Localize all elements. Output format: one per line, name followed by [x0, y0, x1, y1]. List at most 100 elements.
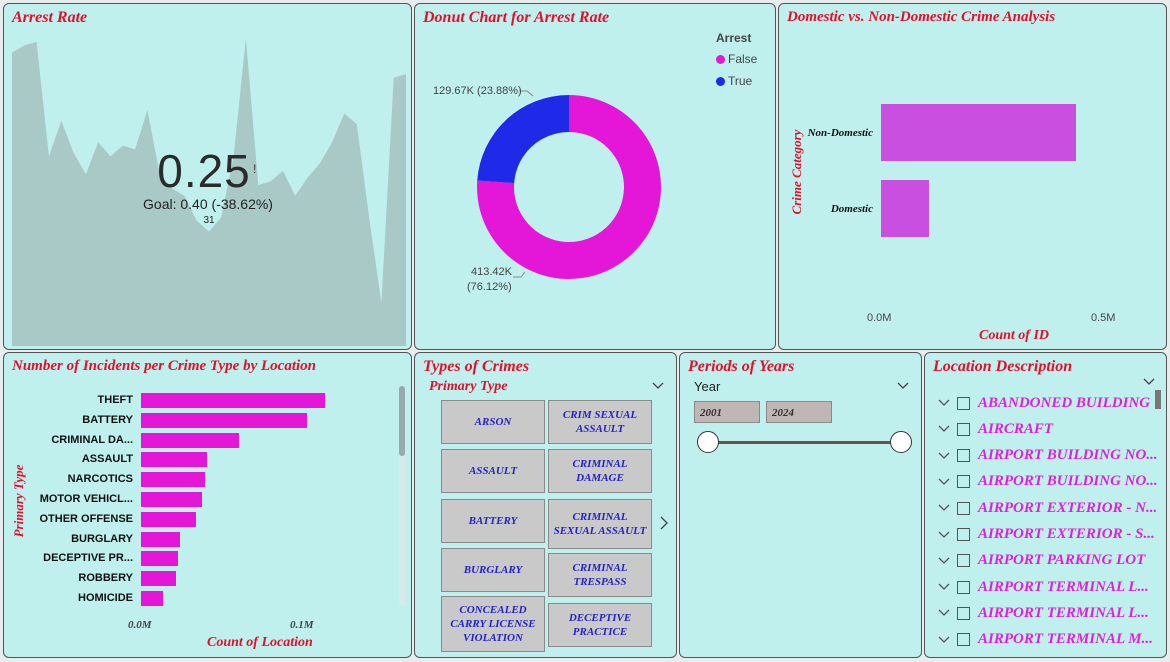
types-panel: Types of Crimes Primary Type ARSON ASSAUL… [414, 352, 677, 658]
incidents-category-label: ASSAULT [81, 453, 133, 466]
chevron-down-icon[interactable] [937, 501, 951, 515]
location-checkbox[interactable] [957, 633, 970, 647]
incidents-scrollbar[interactable] [399, 386, 405, 606]
crime-type-tile[interactable]: CRIMINAL SEXUAL ASSAULT [548, 499, 652, 549]
location-checkbox[interactable] [957, 606, 970, 620]
incidents-bar[interactable] [141, 432, 240, 448]
incidents-bar[interactable] [141, 591, 163, 606]
incidents-category-label: BATTERY [82, 413, 133, 426]
chevron-down-icon[interactable] [937, 475, 951, 489]
incidents-bar[interactable] [141, 412, 307, 428]
location-item[interactable]: AIRPORT BUILDING NO... [937, 446, 1158, 466]
location-label: AIRPORT BUILDING NO... [978, 473, 1158, 490]
location-label: AIRPORT EXTERIOR - S... [978, 526, 1155, 542]
kpi-warning-flag: ! [253, 162, 257, 176]
location-item[interactable]: AIRPORT BUILDING NO... [937, 472, 1158, 492]
location-checkbox[interactable] [957, 554, 970, 568]
incidents-scroll-thumb[interactable] [399, 386, 405, 456]
chevron-down-icon[interactable] [937, 633, 951, 647]
location-item[interactable]: ABANDONED BUILDING [937, 393, 1150, 413]
crime-type-tile[interactable]: ARSON [441, 400, 545, 444]
chevron-down-icon[interactable] [937, 580, 951, 594]
chevron-right-icon[interactable] [659, 515, 669, 531]
arrest-rate-goal: Goal: 0.40 (-38.62%) [143, 196, 273, 212]
location-label: AIRPORT TERMINAL M... [978, 631, 1153, 648]
location-checkbox[interactable] [957, 396, 970, 410]
location-item[interactable]: AIRPORT PARKING LOT [937, 551, 1145, 571]
crime-type-tile[interactable]: CONCEALED CARRY LICENSE VIOLATION [441, 596, 545, 652]
location-label: ABANDONED BUILDING [978, 394, 1151, 411]
incidents-category-label: DECEPTIVE PR... [43, 552, 133, 565]
location-item[interactable]: AIRPORT EXTERIOR - S... [937, 525, 1155, 545]
domestic-tick-1: 0.5M [1091, 312, 1116, 324]
chevron-down-icon[interactable] [937, 554, 951, 568]
incidents-tick-0: 0.0M [128, 619, 152, 631]
domestic-bar-nondomestic[interactable] [881, 104, 1076, 161]
donut-leader-false [513, 271, 526, 278]
year-slider-handle-end[interactable] [890, 431, 912, 453]
location-checkbox[interactable] [957, 580, 970, 594]
location-label: AIRCRAFT [978, 420, 1054, 437]
crime-type-tile[interactable]: CRIMINAL TRESPASS [548, 553, 652, 597]
chevron-down-icon[interactable] [937, 449, 951, 463]
crime-type-tile[interactable]: ASSAULT [441, 449, 545, 493]
location-checkbox[interactable] [957, 475, 970, 489]
year-end-input[interactable]: 2024 [766, 401, 832, 423]
crime-type-tile[interactable]: CRIMINAL DAMAGE [548, 449, 652, 493]
incidents-bar[interactable] [141, 452, 207, 468]
location-label: AIRPORT TERMINAL L... [978, 578, 1149, 595]
location-label: AIRPORT EXTERIOR - N... [978, 499, 1158, 516]
location-item[interactable]: AIRPORT TERMINAL L... [937, 577, 1149, 597]
location-item[interactable]: AIRPORT TERMINAL M... [937, 630, 1153, 650]
incidents-category-label: ROBBERY [78, 572, 133, 585]
location-item[interactable]: AIRPORT EXTERIOR - N... [937, 498, 1157, 518]
incidents-category-label: MOTOR VEHICL... [39, 493, 133, 505]
years-title: Periods of Years [688, 358, 795, 375]
chevron-down-icon[interactable] [937, 528, 951, 542]
location-item[interactable]: AIRCRAFT [937, 419, 1053, 439]
crime-type-tile[interactable]: CRIM SEXUAL ASSAULT [548, 400, 652, 444]
chevron-down-icon[interactable] [1142, 377, 1156, 387]
crime-type-tile[interactable]: DECEPTIVE PRACTICE [548, 603, 652, 647]
incidents-category-label: HOMICIDE [78, 592, 133, 604]
incidents-bar[interactable] [141, 472, 206, 488]
location-label: AIRPORT PARKING LOT [978, 552, 1146, 569]
chevron-down-icon[interactable] [651, 381, 665, 391]
location-scroll-thumb[interactable] [1155, 390, 1161, 409]
incidents-title: Number of Incidents per Crime Type by Lo… [12, 358, 316, 374]
incidents-bar[interactable] [141, 571, 176, 587]
incidents-category-label: OTHER OFFENSE [39, 512, 133, 525]
year-start-input[interactable]: 2001 [694, 401, 760, 423]
location-item[interactable]: AIRPORT TERMINAL L... [937, 603, 1149, 623]
crime-type-tile[interactable]: BATTERY [441, 499, 545, 543]
donut-chart [477, 90, 661, 280]
year-slider-track[interactable] [708, 441, 902, 444]
location-checkbox[interactable] [957, 501, 970, 515]
chevron-down-icon[interactable] [937, 422, 951, 436]
types-title: Types of Crimes [423, 358, 530, 375]
incidents-bar[interactable] [141, 511, 196, 527]
location-checkbox[interactable] [957, 528, 970, 541]
year-slicer-label: Year [694, 379, 721, 394]
chevron-down-icon[interactable] [896, 381, 910, 391]
incidents-panel: Number of Incidents per Crime Type by Lo… [3, 352, 412, 658]
domestic-tick-0: 0.0M [867, 312, 892, 324]
location-checkbox[interactable] [957, 449, 970, 463]
chevron-down-icon[interactable] [937, 396, 951, 410]
donut-label-false-value: 413.42K [471, 266, 512, 278]
types-slicer-header: Primary Type [429, 379, 508, 394]
donut-label-true: 129.67K (23.88%) [433, 85, 522, 97]
incidents-bar[interactable] [141, 492, 203, 507]
location-label: AIRPORT TERMINAL L... [978, 604, 1149, 621]
year-slider-handle-start[interactable] [697, 431, 719, 453]
donut-slice-true[interactable] [477, 95, 569, 184]
chevron-down-icon[interactable] [937, 606, 951, 620]
donut-panel: Donut Chart for Arrest Rate Arrest False… [414, 3, 776, 350]
crime-type-tile[interactable]: BURGLARY [441, 548, 545, 592]
incidents-bar[interactable] [141, 531, 180, 547]
incidents-bar[interactable] [141, 393, 325, 408]
incidents-x-axis-title: Count of Location [207, 635, 313, 650]
domestic-bar-domestic[interactable] [881, 180, 930, 237]
location-checkbox[interactable] [957, 422, 970, 436]
incidents-bar[interactable] [141, 551, 178, 567]
